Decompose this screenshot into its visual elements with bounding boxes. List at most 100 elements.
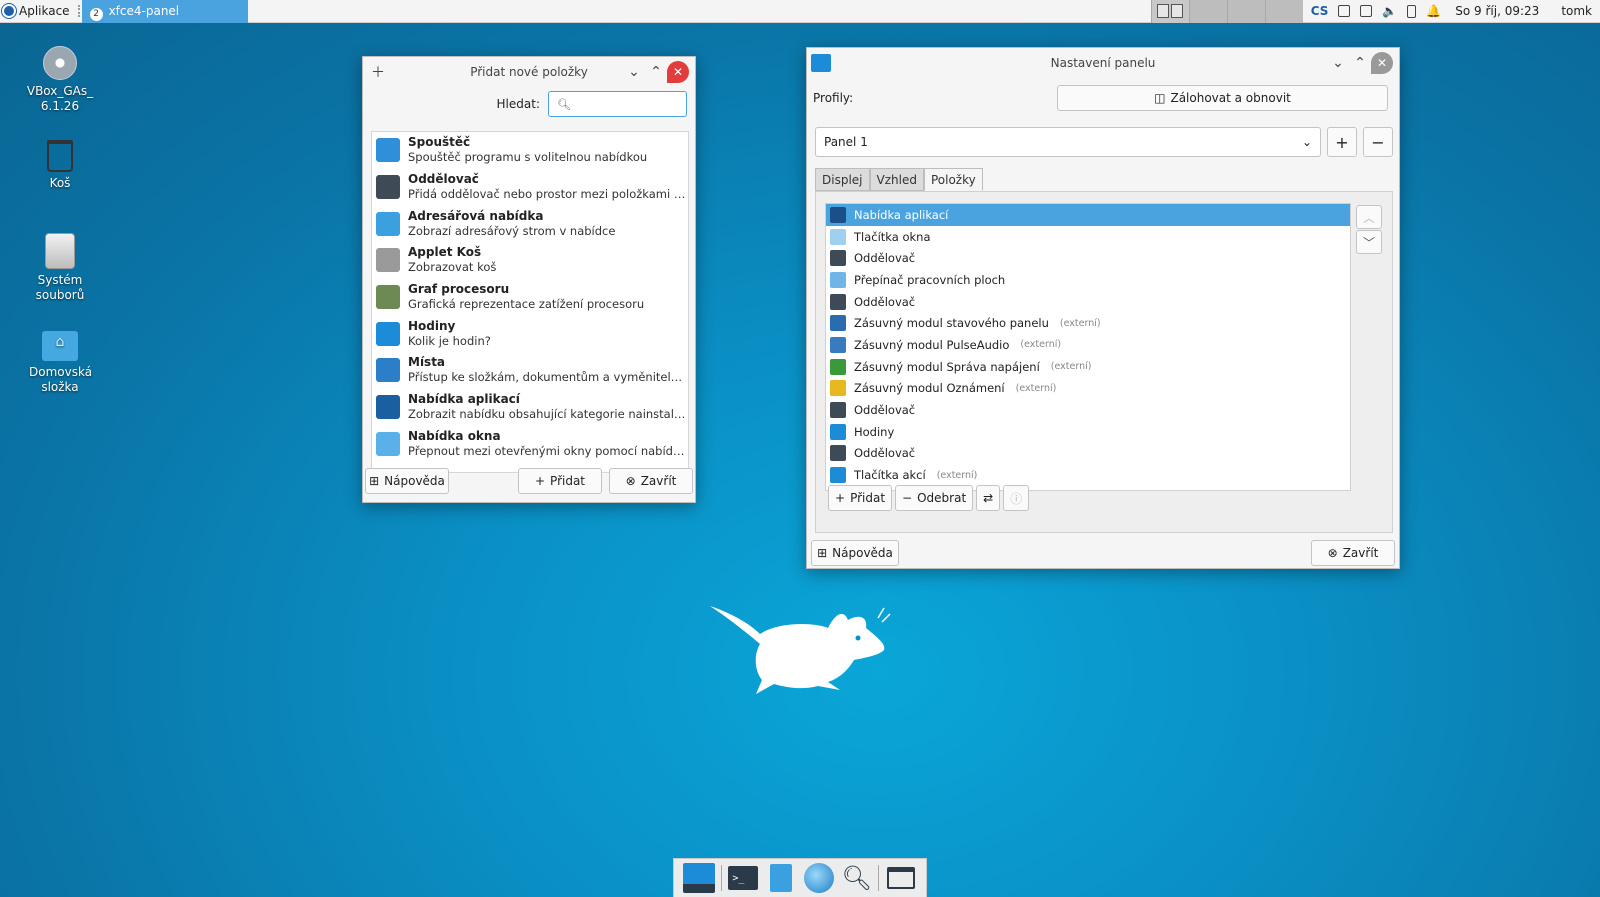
backup-restore-label: Zálohovat a obnovit xyxy=(1170,91,1291,105)
item-description: Kolik je hodin? xyxy=(408,333,491,348)
panel-item-name: Oddělovač xyxy=(854,446,916,461)
panel-settings-app-icon xyxy=(811,54,831,72)
panel-item-name: Zásuvný modul stavového panelu xyxy=(854,316,1049,331)
user-menu[interactable]: tomk xyxy=(1561,4,1592,18)
tab-display[interactable]: Displej xyxy=(815,168,870,191)
desktop-icon-trash[interactable]: Koš xyxy=(15,140,105,191)
maximize-button[interactable]: ⌃ xyxy=(1349,52,1371,74)
show-desktop-button[interactable] xyxy=(682,862,715,894)
taskbar-button-xfce4-panel[interactable]: 2 xfce4-panel xyxy=(81,0,248,23)
list-item[interactable]: Nabídka okna Přepnout mezi otevřenými okn… xyxy=(372,426,688,463)
clock-icon xyxy=(830,423,846,440)
bell-icon xyxy=(830,380,846,397)
separator-icon xyxy=(376,175,400,200)
plus-icon: + xyxy=(534,474,546,488)
volume-icon[interactable]: 🔈 xyxy=(1382,4,1397,18)
move-up-button[interactable]: ︿ xyxy=(1356,205,1382,229)
list-item[interactable]: Spouštěč Spouštěč programu s volitelnou n… xyxy=(372,132,688,169)
list-item[interactable]: Adresářová nabídka Zobrazí adresářový str… xyxy=(372,205,688,242)
item-about-button[interactable]: ⓘ xyxy=(1003,485,1030,511)
table-row[interactable]: Tlačítka okna xyxy=(826,226,1350,248)
workspace-3[interactable] xyxy=(1226,0,1265,23)
panel-item-name: Zásuvný modul Oznámení xyxy=(854,381,1005,396)
dock-separator xyxy=(878,865,880,891)
file-manager-launcher[interactable] xyxy=(765,862,797,894)
close-button[interactable]: ⊗ Zavřít xyxy=(609,468,693,494)
list-item[interactable]: Místa Přístup ke složkám, dokumentům a vy… xyxy=(372,352,688,389)
terminal-launcher[interactable]: >_ xyxy=(727,862,759,894)
panel-item-external-tag: (externí) xyxy=(1059,317,1101,329)
help-button[interactable]: ⊞ Nápověda xyxy=(365,468,449,494)
remove-panel-button[interactable]: − xyxy=(1363,127,1393,157)
item-description: Zobrazí adresářový strom v nabídce xyxy=(408,223,616,238)
list-item[interactable]: Hodiny Kolik je hodin? xyxy=(372,315,688,352)
panel-selector-row: Panel 1 ⌄ + − xyxy=(815,127,1393,157)
remove-item-button[interactable]: − Odebrat xyxy=(895,485,974,511)
panel-preferences-titlebar[interactable]: Nastavení panelu ⌄ ⌃ ✕ xyxy=(807,48,1399,78)
table-row[interactable]: Hodiny xyxy=(826,421,1350,443)
table-row[interactable]: Zásuvný modul stavového panelu (externí) xyxy=(826,312,1350,334)
workspace-2[interactable] xyxy=(1188,0,1227,23)
desktop-icon-filesystem[interactable]: Systém souborů xyxy=(15,233,105,303)
workspace-1[interactable] xyxy=(1150,0,1189,23)
list-item[interactable]: Oddělovač Přidá oddělovač nebo prostor me… xyxy=(372,169,688,206)
table-row[interactable]: Přepínač pracovních ploch xyxy=(826,269,1350,291)
applications-menu-button[interactable]: Aplikace xyxy=(0,0,76,23)
help-button[interactable]: ⊞ Nápověda xyxy=(811,540,899,566)
item-properties-button[interactable]: ⇄ xyxy=(976,485,1001,511)
panel-select[interactable]: Panel 1 ⌄ xyxy=(815,127,1321,157)
xfce-mouse-icon xyxy=(830,206,846,223)
separator-icon xyxy=(830,293,846,310)
list-item[interactable]: Nabídka aplikací Zobrazit nabídku obsahuj… xyxy=(372,389,688,426)
folder-launcher[interactable] xyxy=(885,862,917,894)
list-item[interactable]: Graf procesoru Grafická reprezentace zatí… xyxy=(372,279,688,316)
chevron-down-icon: ⌄ xyxy=(1301,135,1312,149)
maximize-button[interactable]: ⌃ xyxy=(645,61,667,83)
workspace-4[interactable] xyxy=(1264,0,1303,23)
table-row[interactable]: Zásuvný modul Správa napájení (externí) xyxy=(826,356,1350,378)
separator-icon xyxy=(830,402,846,419)
table-row[interactable]: Zásuvný modul PulseAudio (externí) xyxy=(826,334,1350,356)
table-row[interactable]: Oddělovač xyxy=(826,399,1350,421)
folder-icon xyxy=(376,211,400,236)
web-browser-launcher[interactable] xyxy=(803,862,835,894)
trash-icon xyxy=(47,140,73,172)
table-row[interactable]: Oddělovač xyxy=(826,247,1350,269)
network-icon[interactable] xyxy=(1338,5,1351,17)
minimize-button[interactable]: ⌄ xyxy=(1327,52,1349,74)
keyboard-layout-indicator[interactable]: CS xyxy=(1311,4,1329,18)
close-button[interactable]: ⊗ Zavřít xyxy=(1311,540,1395,566)
panel-preferences-title: Nastavení panelu xyxy=(1050,56,1156,70)
clock[interactable]: So 9 říj, 09:23 xyxy=(1455,4,1539,18)
table-row[interactable]: Nabídka aplikací xyxy=(826,204,1350,226)
add-items-titlebar[interactable]: ＋ Přidat nové položky ⌄ ⌃ ✕ xyxy=(363,57,695,87)
table-row[interactable]: Tlačítka akcí (externí) xyxy=(826,464,1350,486)
add-item-button[interactable]: + Přidat xyxy=(828,485,893,511)
home-folder-icon xyxy=(42,331,78,361)
table-row[interactable]: Oddělovač xyxy=(826,291,1350,313)
display-icon[interactable] xyxy=(1360,5,1373,17)
close-window-button[interactable]: ✕ xyxy=(1371,52,1393,74)
tab-appearance[interactable]: Vzhled xyxy=(869,168,924,191)
backup-restore-button[interactable]: ◫ Zálohovat a obnovit xyxy=(1057,85,1388,111)
add-dialog-buttons: ⊞ Nápověda + Přidat ⊗ Zavřít xyxy=(363,468,695,496)
search-input[interactable]: 🔍︎ xyxy=(548,91,687,117)
applications-menu-label: Aplikace xyxy=(19,4,70,18)
move-down-button[interactable]: ﹀ xyxy=(1356,230,1382,254)
close-window-button[interactable]: ✕ xyxy=(667,61,689,83)
minimize-button[interactable]: ⌄ xyxy=(623,61,645,83)
table-row[interactable]: Oddělovač xyxy=(826,443,1350,465)
add-button[interactable]: + Přidat xyxy=(518,468,602,494)
cpu-graph-icon xyxy=(376,285,400,310)
folder-icon xyxy=(887,867,916,889)
list-item[interactable]: Applet Koš Zobrazovat koš xyxy=(372,242,688,279)
table-row[interactable]: Zásuvný modul Oznámení (externí) xyxy=(826,378,1350,400)
add-panel-button[interactable]: + xyxy=(1327,127,1357,157)
item-description: Přidá oddělovač nebo prostor mezi položk… xyxy=(408,187,686,202)
notification-bell-icon[interactable]: 🔔 xyxy=(1426,4,1441,18)
desktop-icon-home[interactable]: Domovská složka xyxy=(15,331,105,395)
app-finder-launcher[interactable]: 🔍︎ xyxy=(841,862,873,894)
battery-icon[interactable] xyxy=(1407,4,1417,18)
tab-items[interactable]: Položky xyxy=(923,168,983,191)
desktop-icon-vbox[interactable]: VBox_GAs_6.1.26 xyxy=(15,46,105,114)
